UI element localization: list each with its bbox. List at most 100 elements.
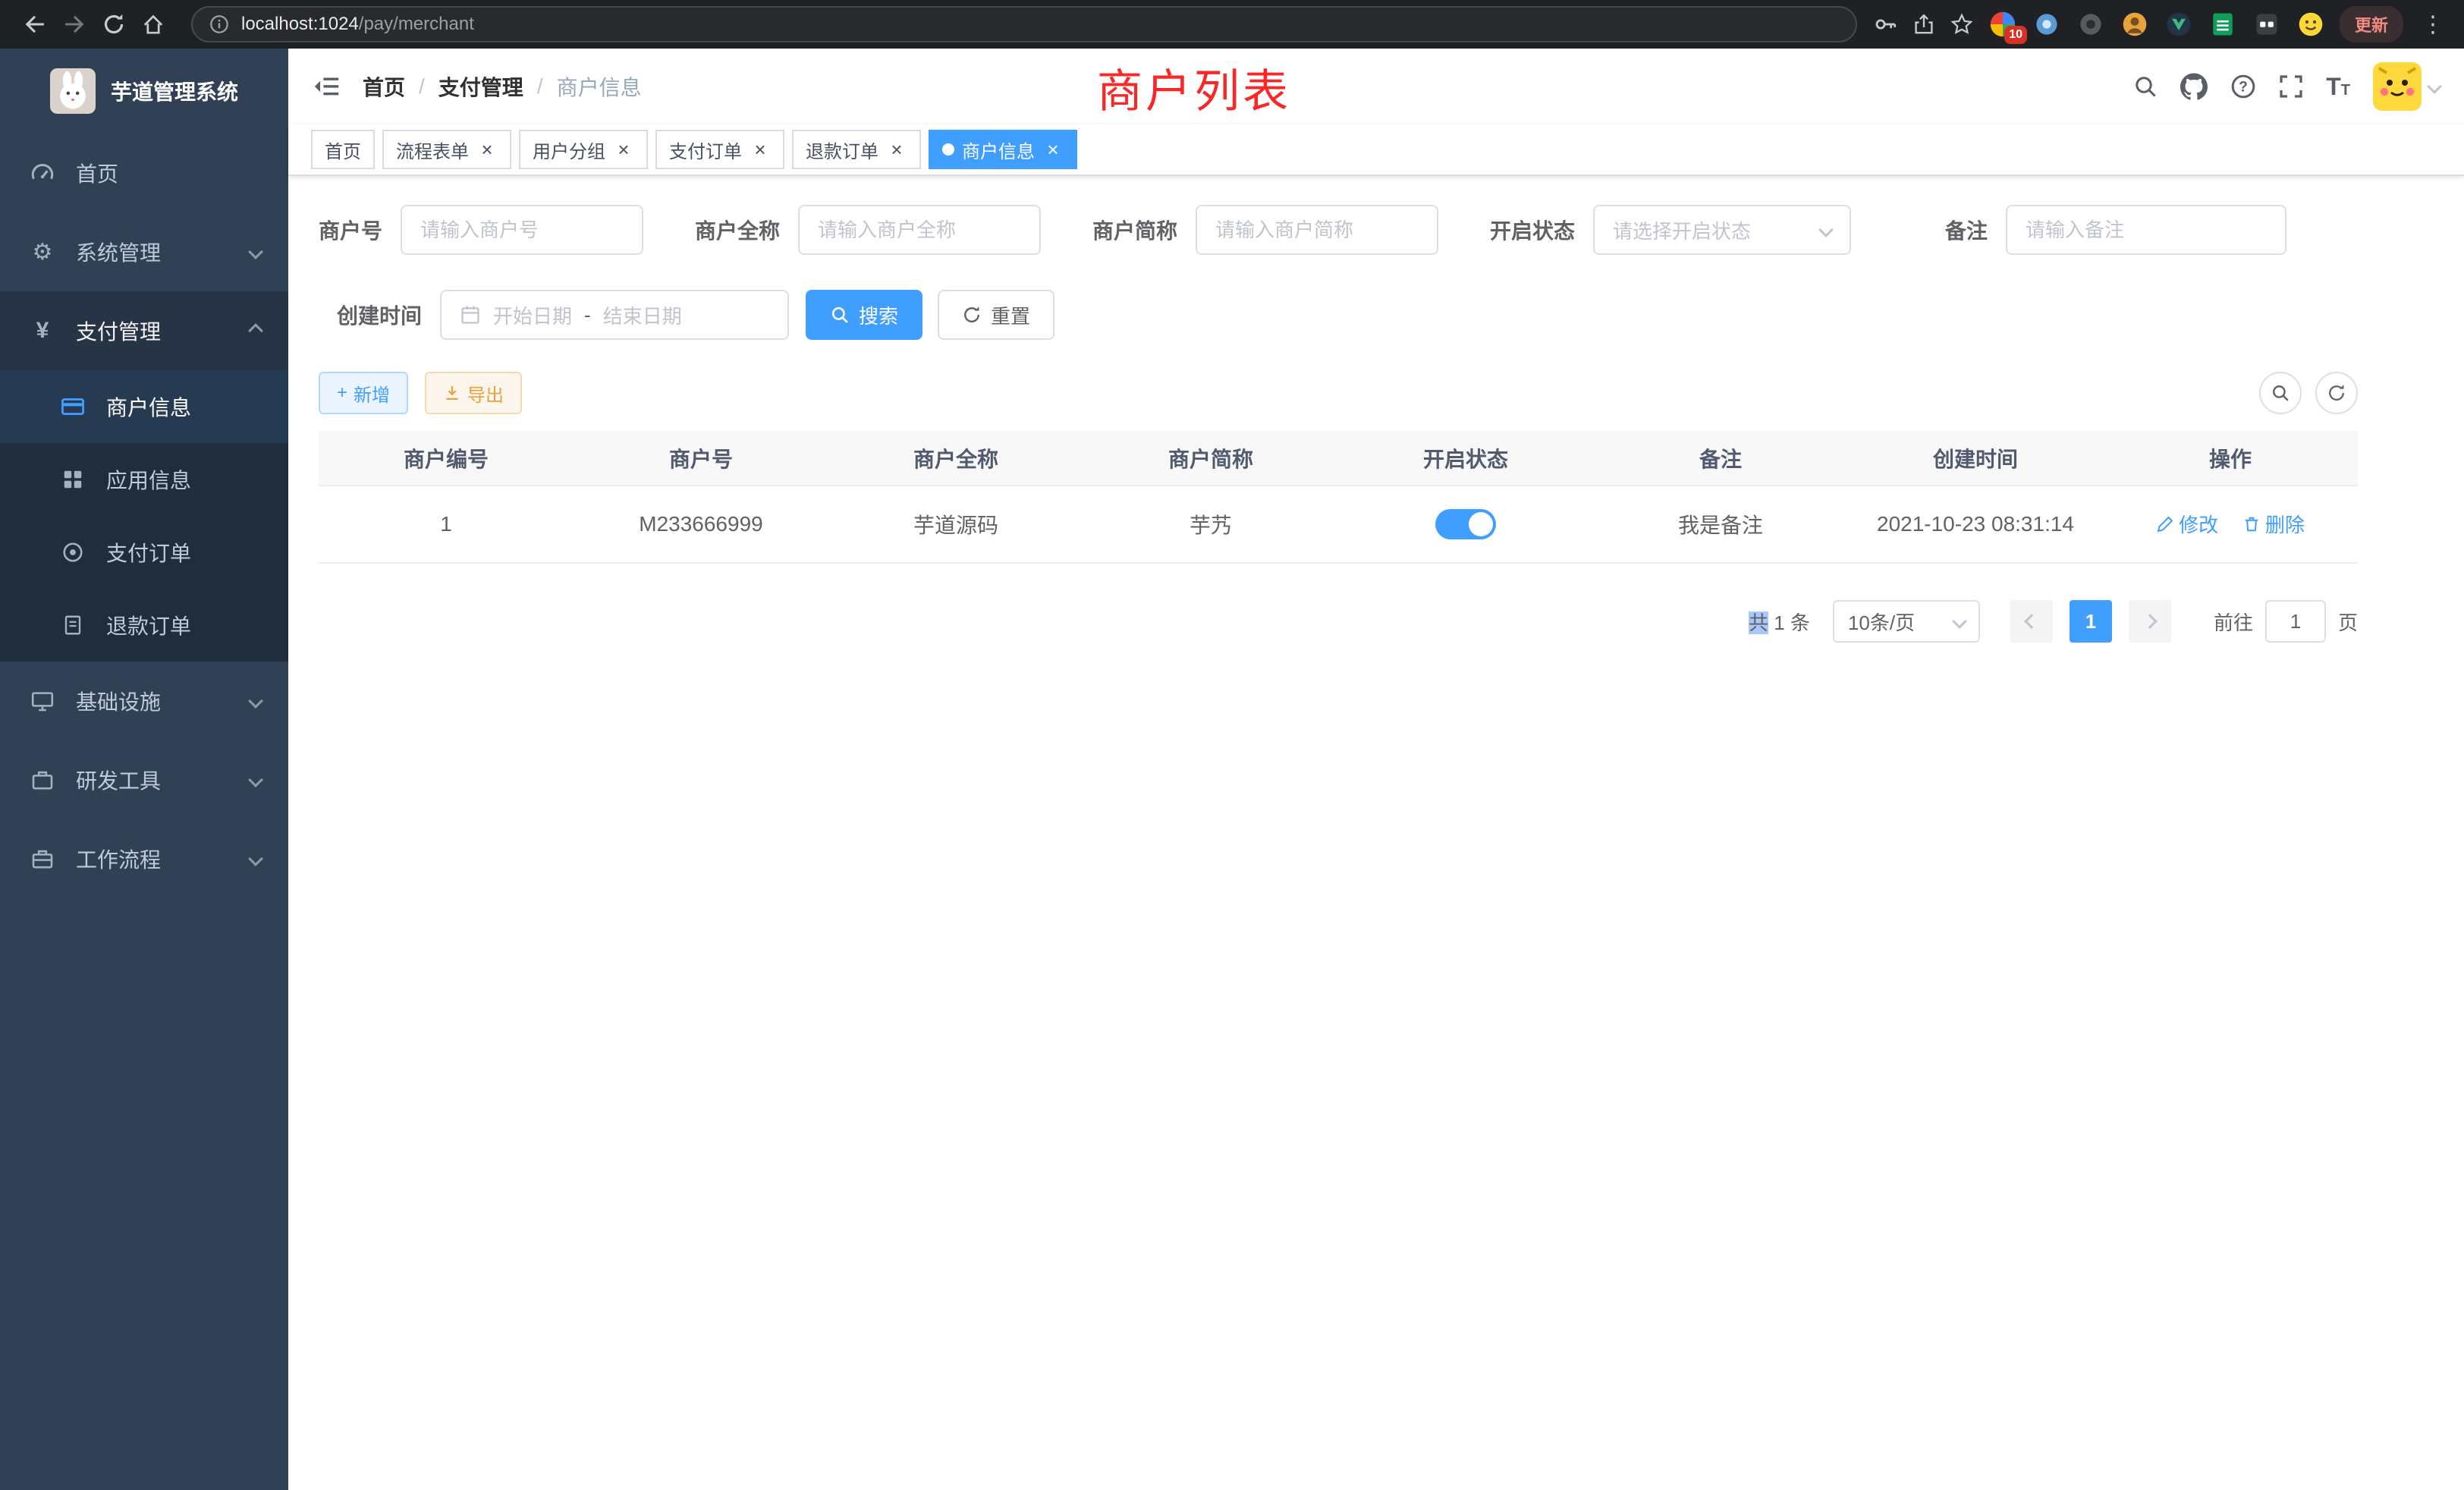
extension-icon-dark-circle[interactable] [2076, 9, 2106, 39]
extension-icon-tampermonkey[interactable] [2252, 9, 2282, 39]
browser-toolbar: localhost:1024/pay/merchant 10 更新 ⋮ [0, 0, 2464, 49]
browser-menu-icon[interactable]: ⋮ [2417, 11, 2449, 38]
sidebar-item-refund-order[interactable]: 退款订单 [0, 589, 288, 662]
sidebar-item-home[interactable]: 首页 [0, 134, 288, 212]
chevron-down-icon [1952, 614, 1967, 629]
rabbit-logo-icon [50, 68, 96, 114]
extension-icon-emoji[interactable] [2296, 9, 2326, 39]
tab-user-group[interactable]: 用户分组× [519, 130, 648, 169]
tab-pay-order[interactable]: 支付订单× [655, 130, 784, 169]
tab-process-form[interactable]: 流程表单× [382, 130, 511, 169]
date-end-placeholder: 结束日期 [603, 301, 682, 329]
breadcrumb-home[interactable]: 首页 [363, 71, 405, 102]
plus-icon: + [337, 382, 347, 404]
status-select[interactable]: 请选择开启状态 [1593, 205, 1851, 255]
page-content: 商户号 商户全称 商户简称 [288, 176, 2464, 671]
remark-label: 备注 [1884, 215, 1988, 245]
remark-input[interactable] [2026, 218, 2267, 242]
search-button[interactable]: 搜索 [806, 290, 922, 340]
chevron-up-icon [248, 323, 263, 338]
tab-merchant-info[interactable]: 商户信息× [929, 130, 1077, 169]
sidebar-item-dev-tools[interactable]: 研发工具 [0, 740, 288, 819]
create-time-label: 创建时间 [319, 300, 422, 330]
edit-link[interactable]: 修改 [2156, 510, 2218, 538]
briefcase-icon [27, 847, 58, 871]
sidebar-item-app-info[interactable]: 应用信息 [0, 443, 288, 516]
page-1-button[interactable]: 1 [2070, 600, 2112, 643]
sidebar-item-pay-order[interactable]: 支付订单 [0, 516, 288, 589]
table-row: 1 M233666999 芋道源码 芋艿 我是备注 2021-10-23 08:… [319, 486, 2358, 563]
merchant-no-input[interactable] [420, 218, 624, 242]
user-menu[interactable] [2373, 62, 2440, 111]
chevron-left-icon [2024, 614, 2039, 629]
next-page-button[interactable] [2129, 600, 2171, 643]
font-size-icon[interactable]: TT [2326, 73, 2350, 101]
goto-suffix: 页 [2338, 608, 2358, 636]
tab-close-icon[interactable]: × [750, 139, 771, 160]
status-toggle[interactable] [1435, 509, 1496, 539]
sidebar-item-system[interactable]: ⚙ 系统管理 [0, 212, 288, 291]
extension-icon-avatar[interactable] [2120, 9, 2150, 39]
password-key-icon[interactable] [1872, 11, 1898, 37]
short-name-label: 商户简称 [1074, 215, 1177, 245]
sidebar-item-infrastructure[interactable]: 基础设施 [0, 662, 288, 740]
page-size-select[interactable]: 10条/页 [1833, 600, 1980, 643]
site-info-icon[interactable] [209, 14, 229, 34]
create-time-range-picker[interactable]: 开始日期 - 结束日期 [440, 290, 789, 340]
sidebar-toggle-icon[interactable] [313, 73, 340, 100]
chevron-down-icon [1818, 222, 1834, 237]
app-title: 芋道管理系统 [111, 76, 238, 106]
browser-home-icon[interactable] [134, 5, 173, 44]
browser-back-icon[interactable] [15, 5, 55, 44]
extension-icon-sheets[interactable] [2208, 9, 2238, 39]
tab-refund-order[interactable]: 退款订单× [792, 130, 921, 169]
target-icon [58, 541, 88, 564]
add-button[interactable]: + 新增 [319, 372, 408, 414]
svg-text:?: ? [2239, 79, 2248, 95]
sidebar-item-workflow[interactable]: 工作流程 [0, 819, 288, 898]
payment-submenu: 商户信息 应用信息 支付订单 退款订单 [0, 370, 288, 662]
table-header-row: 商户编号 商户号 商户全称 商户简称 开启状态 备注 创建时间 操作 [319, 431, 2358, 486]
address-bar[interactable]: localhost:1024/pay/merchant [191, 6, 1857, 42]
merchant-no-input-wrap [401, 205, 643, 255]
date-separator: - [584, 303, 591, 327]
browser-update-button[interactable]: 更新 [2340, 6, 2403, 42]
goto-label: 前往 [2214, 608, 2253, 636]
export-button[interactable]: 导出 [425, 372, 522, 414]
browser-forward-icon[interactable] [55, 5, 94, 44]
full-name-input[interactable] [818, 218, 1021, 242]
dashboard-icon [27, 160, 58, 186]
tab-close-icon[interactable]: × [613, 139, 634, 160]
browser-reload-icon[interactable] [94, 5, 134, 44]
tab-home[interactable]: 首页 [311, 130, 375, 169]
extension-icon-vue-devtools[interactable] [2164, 9, 2194, 39]
breadcrumb-payment[interactable]: 支付管理 [438, 71, 523, 102]
tab-close-icon[interactable]: × [476, 139, 498, 160]
goto-page-input[interactable] [2265, 600, 2326, 643]
extension-icon-blue[interactable] [2032, 9, 2062, 39]
extension-icon-colorful[interactable]: 10 [1988, 9, 2018, 39]
short-name-input[interactable] [1215, 218, 1419, 242]
caret-down-icon [2427, 79, 2442, 94]
monitor-icon [27, 689, 58, 713]
tab-close-icon[interactable]: × [1042, 139, 1064, 160]
sidebar-item-merchant-info[interactable]: 商户信息 [0, 370, 288, 443]
share-icon[interactable] [1912, 12, 1936, 36]
reset-button[interactable]: 重置 [938, 290, 1054, 340]
header-search-icon[interactable] [2133, 74, 2158, 99]
pagination-goto: 前往 页 [2214, 600, 2358, 643]
prev-page-button[interactable] [2010, 600, 2053, 643]
delete-link[interactable]: 删除 [2242, 510, 2305, 538]
toggle-search-button[interactable] [2259, 372, 2302, 414]
app-logo[interactable]: 芋道管理系统 [0, 49, 288, 134]
document-icon [58, 614, 88, 637]
bookmark-star-icon[interactable] [1950, 12, 1974, 36]
fullscreen-icon[interactable] [2279, 74, 2303, 99]
cell-status [1338, 486, 1593, 563]
tab-close-icon[interactable]: × [886, 139, 907, 160]
sidebar-item-payment[interactable]: ¥ 支付管理 [0, 291, 288, 370]
refresh-table-button[interactable] [2315, 372, 2358, 414]
github-icon[interactable] [2180, 73, 2208, 100]
sidebar: 芋道管理系统 首页 ⚙ 系统管理 ¥ 支付管理 商户信息 [0, 49, 288, 1490]
help-icon[interactable]: ? [2230, 74, 2256, 99]
